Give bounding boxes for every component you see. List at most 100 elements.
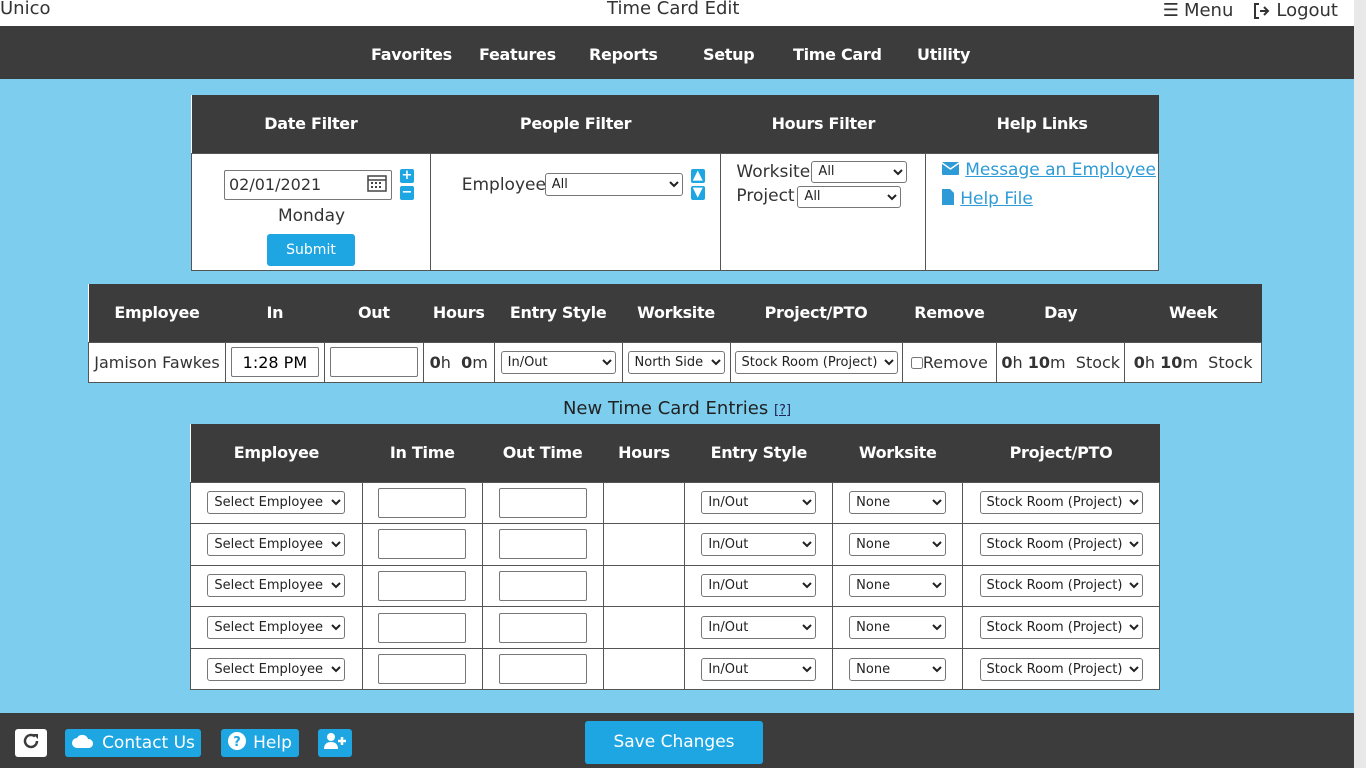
nav-setup[interactable]: Setup — [703, 45, 755, 64]
new-entry-style-cell: In/Out — [684, 523, 834, 566]
new-employee-cell: Select Employee — [190, 564, 363, 608]
remove-label: Remove — [922, 352, 988, 372]
date-input[interactable]: 02/01/2021 — [224, 169, 392, 200]
hours-value: 0h 0m — [422, 341, 495, 383]
new-out-time-input[interactable] — [498, 570, 587, 601]
filter-panel: Date Filter People Filter Hours Filter H… — [191, 95, 1159, 271]
new-employee-select[interactable]: Select Employee — [207, 616, 346, 640]
new-employee-select[interactable]: Select Employee — [207, 657, 346, 681]
project-select[interactable]: Stock Room (Project) — [734, 350, 898, 374]
calendar-icon[interactable] — [367, 174, 387, 196]
new-project-select[interactable]: Stock Room (Project) — [979, 532, 1143, 556]
date-filter-cell: 02/01/2021 + − Monday Submit — [191, 152, 431, 271]
help-label: Help — [253, 733, 292, 753]
new-entry-style-select[interactable]: In/Out — [701, 657, 817, 681]
hamburger-icon: ☰ — [1162, 0, 1179, 21]
nav-time-card[interactable]: Time Card — [793, 45, 882, 64]
new-entry-style-select[interactable]: In/Out — [701, 491, 817, 515]
contact-us-label: Contact Us — [102, 733, 195, 753]
new-out-time-input[interactable] — [498, 529, 587, 560]
nav-favorites[interactable]: Favorites — [371, 45, 452, 64]
entry-style-select[interactable]: In/Out — [500, 350, 616, 374]
refresh-icon — [21, 731, 41, 756]
in-time-input[interactable] — [230, 347, 319, 377]
new-project-select[interactable]: Stock Room (Project) — [979, 574, 1143, 598]
footer-bar: Contact Us ? Help Save Changes — [0, 713, 1354, 768]
worksite-filter-label: Worksite — [736, 161, 811, 182]
new-out-time-input[interactable] — [498, 654, 587, 685]
new-worksite-select[interactable]: None — [849, 491, 947, 515]
employee-down-icon[interactable]: ▼ — [690, 185, 705, 200]
message-employee-label: Message an Employee — [965, 159, 1156, 180]
new-project-cell: Stock Room (Project) — [962, 523, 1160, 566]
new-in-time-input[interactable] — [378, 487, 467, 518]
file-icon — [942, 188, 955, 209]
new-employee-select[interactable]: Select Employee — [207, 574, 346, 598]
new-out-time-cell — [481, 564, 604, 608]
col-week: Week — [1124, 284, 1262, 342]
scrollbar[interactable] — [1354, 0, 1366, 768]
new-project-select[interactable]: Stock Room (Project) — [979, 491, 1143, 515]
new-employee-select[interactable]: Select Employee — [207, 532, 346, 556]
new-worksite-select[interactable]: None — [849, 532, 947, 556]
new-in-time-input[interactable] — [378, 529, 467, 560]
remove-checkbox[interactable] — [910, 356, 923, 369]
new-worksite-cell: None — [832, 523, 964, 566]
new-col-project: Project/PTO — [962, 424, 1160, 482]
nav-features[interactable]: Features — [479, 45, 556, 64]
worksite-filter-select[interactable]: All — [811, 160, 908, 183]
contact-us-button[interactable]: Contact Us — [65, 729, 201, 757]
out-time-cell — [323, 341, 424, 383]
new-worksite-select[interactable]: None — [849, 616, 947, 640]
nav-utility[interactable]: Utility — [917, 45, 970, 64]
add-user-button[interactable] — [318, 729, 352, 757]
new-project-select[interactable]: Stock Room (Project) — [979, 657, 1143, 681]
new-worksite-cell: None — [832, 481, 964, 525]
new-employee-cell: Select Employee — [190, 606, 363, 649]
new-hours-cell — [602, 647, 686, 691]
help-file-link[interactable]: Help File — [942, 188, 1033, 209]
logout-button[interactable]: Logout — [1253, 0, 1338, 21]
new-employee-select[interactable]: Select Employee — [207, 491, 346, 515]
new-employee-cell: Select Employee — [190, 481, 363, 525]
new-entry-style-select[interactable]: In/Out — [701, 574, 817, 598]
new-in-time-input[interactable] — [378, 612, 467, 643]
out-time-input[interactable] — [329, 347, 418, 377]
submit-button[interactable]: Submit — [267, 233, 355, 266]
nav-reports[interactable]: Reports — [589, 45, 658, 64]
new-out-time-input[interactable] — [498, 487, 587, 518]
menu-button[interactable]: ☰ Menu — [1163, 0, 1234, 21]
date-increment-icon[interactable]: + — [400, 168, 414, 183]
new-out-time-cell — [481, 606, 604, 649]
new-out-time-input[interactable] — [498, 612, 587, 643]
new-hours-cell — [602, 523, 686, 566]
new-entry-style-select[interactable]: In/Out — [701, 532, 817, 556]
menu-label: Menu — [1183, 0, 1234, 21]
refresh-button[interactable] — [15, 729, 47, 757]
date-decrement-icon[interactable]: − — [400, 185, 414, 200]
employee-filter-select[interactable]: All — [544, 172, 683, 196]
help-button[interactable]: ? Help — [221, 729, 299, 757]
col-entry-style: Entry Style — [494, 284, 623, 342]
new-entry-style-cell: In/Out — [684, 606, 834, 649]
new-entry-style-select[interactable]: In/Out — [701, 616, 817, 640]
new-col-out-time: Out Time — [482, 424, 604, 482]
people-filter-header: People Filter — [430, 95, 721, 153]
new-in-time-input[interactable] — [378, 570, 467, 601]
logout-label: Logout — [1276, 0, 1338, 21]
new-col-worksite: Worksite — [832, 424, 963, 482]
new-worksite-select[interactable]: None — [849, 574, 947, 598]
employee-up-icon[interactable]: ▲ — [690, 168, 705, 183]
new-employee-cell: Select Employee — [190, 647, 363, 691]
new-in-time-input[interactable] — [378, 654, 467, 685]
new-col-employee: Employee — [190, 424, 363, 482]
new-worksite-select[interactable]: None — [849, 657, 947, 681]
project-filter-select[interactable]: All — [797, 185, 902, 208]
new-entries-help-link[interactable]: [?] — [774, 403, 791, 418]
new-project-select[interactable]: Stock Room (Project) — [979, 616, 1143, 640]
message-employee-link[interactable]: Message an Employee — [941, 159, 1156, 180]
save-changes-button[interactable]: Save Changes — [585, 721, 763, 764]
worksite-select[interactable]: North Side — [627, 350, 725, 374]
new-entry-row: Select Employee In/Out None Stock Room (Pro… — [190, 523, 1160, 566]
new-entry-style-cell: In/Out — [684, 564, 834, 608]
